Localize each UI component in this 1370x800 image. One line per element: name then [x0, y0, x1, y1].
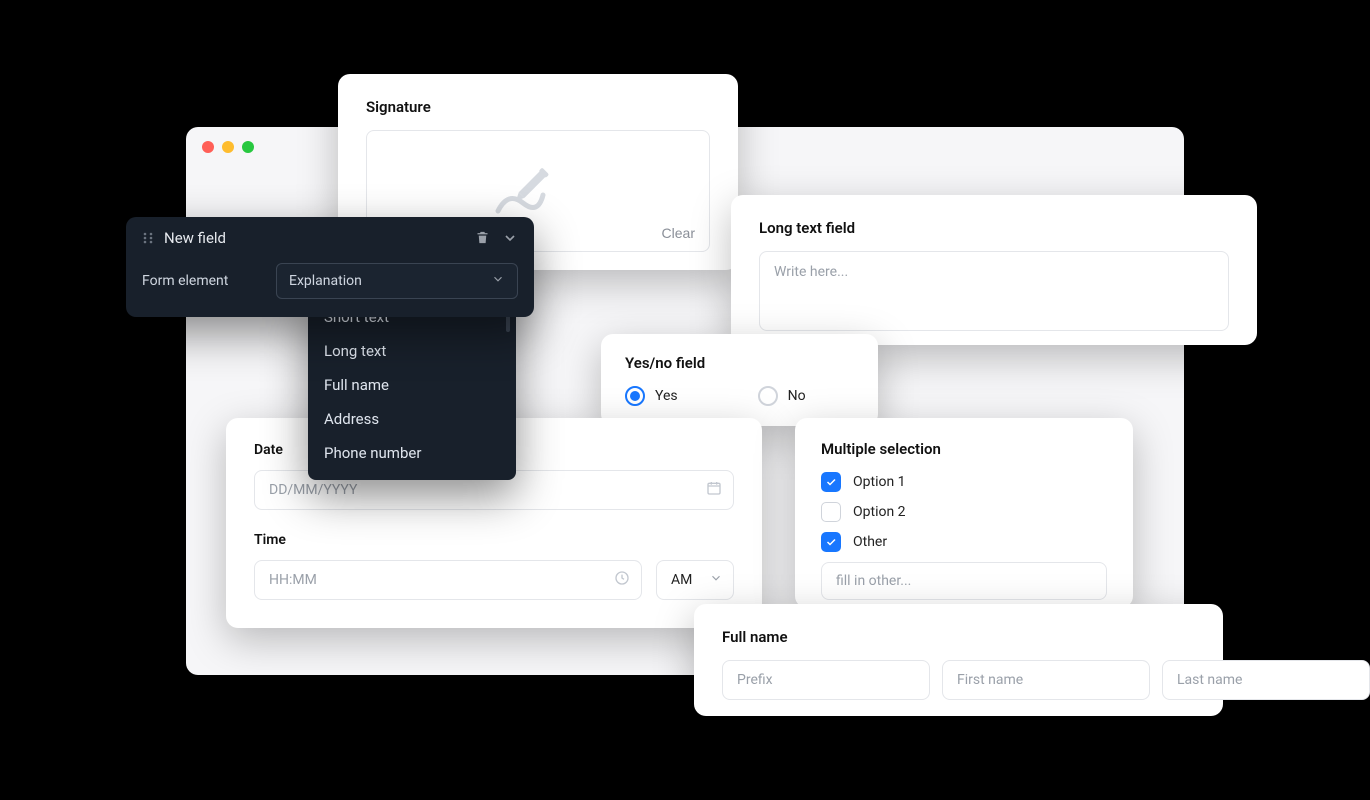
radio-unselected-icon	[758, 386, 778, 406]
ampm-select[interactable]: AM	[656, 560, 734, 600]
multi-title: Multiple selection	[821, 440, 1107, 458]
dropdown-option[interactable]: Address	[308, 402, 516, 436]
firstname-input[interactable]	[942, 660, 1150, 700]
time-input[interactable]	[254, 560, 642, 600]
clock-icon[interactable]	[614, 570, 630, 590]
trash-icon[interactable]	[475, 230, 490, 246]
check-option-2[interactable]: Option 2	[821, 502, 1107, 522]
ampm-value: AM	[671, 572, 692, 588]
form-element-label: Form element	[142, 273, 258, 289]
dropdown-option[interactable]: Long text	[308, 334, 516, 368]
close-icon[interactable]	[202, 141, 214, 153]
fullname-card: Full name	[694, 604, 1223, 716]
longtext-card: Long text field	[731, 195, 1257, 345]
traffic-lights	[202, 141, 254, 153]
minimize-icon[interactable]	[222, 141, 234, 153]
check-option-1[interactable]: Option 1	[821, 472, 1107, 492]
prefix-input[interactable]	[722, 660, 930, 700]
multi-card: Multiple selection Option 1 Option 2 Oth…	[795, 418, 1133, 608]
form-element-dropdown: Short text Long text Full name Address P…	[308, 292, 516, 480]
chevron-down-icon[interactable]	[502, 230, 518, 246]
check-option-2-label: Option 2	[853, 504, 906, 520]
yesno-card: Yes/no field Yes No	[601, 334, 878, 426]
newfield-panel: New field Form element Explanation	[126, 217, 534, 317]
signature-clear-button[interactable]: Clear	[662, 225, 695, 241]
check-option-other-label: Other	[853, 534, 887, 550]
newfield-title: New field	[164, 229, 465, 247]
radio-yes[interactable]: Yes	[625, 386, 678, 406]
radio-selected-icon	[625, 386, 645, 406]
signature-title: Signature	[366, 98, 710, 116]
dropdown-option[interactable]: Phone number	[308, 436, 516, 470]
longtext-input[interactable]	[759, 251, 1229, 331]
other-input[interactable]	[821, 562, 1107, 600]
radio-yes-label: Yes	[655, 388, 678, 404]
lastname-input[interactable]	[1162, 660, 1370, 700]
checkbox-checked-icon	[821, 532, 841, 552]
form-element-select[interactable]: Explanation	[276, 263, 518, 299]
form-element-value: Explanation	[289, 273, 362, 289]
checkbox-unchecked-icon	[821, 502, 841, 522]
check-option-other[interactable]: Other	[821, 532, 1107, 552]
calendar-icon[interactable]	[706, 480, 722, 500]
time-label: Time	[254, 532, 734, 548]
chevron-down-icon	[709, 571, 723, 589]
checkbox-checked-icon	[821, 472, 841, 492]
check-option-1-label: Option 1	[853, 474, 906, 490]
longtext-title: Long text field	[759, 219, 1229, 237]
signature-pen-icon	[488, 161, 588, 221]
dropdown-option[interactable]: Full name	[308, 368, 516, 402]
chevron-down-icon	[491, 272, 505, 290]
yesno-title: Yes/no field	[625, 354, 854, 372]
radio-no[interactable]: No	[758, 386, 806, 406]
drag-handle-icon[interactable]	[142, 231, 154, 245]
fullname-title: Full name	[722, 628, 1195, 646]
maximize-icon[interactable]	[242, 141, 254, 153]
radio-no-label: No	[788, 388, 806, 404]
